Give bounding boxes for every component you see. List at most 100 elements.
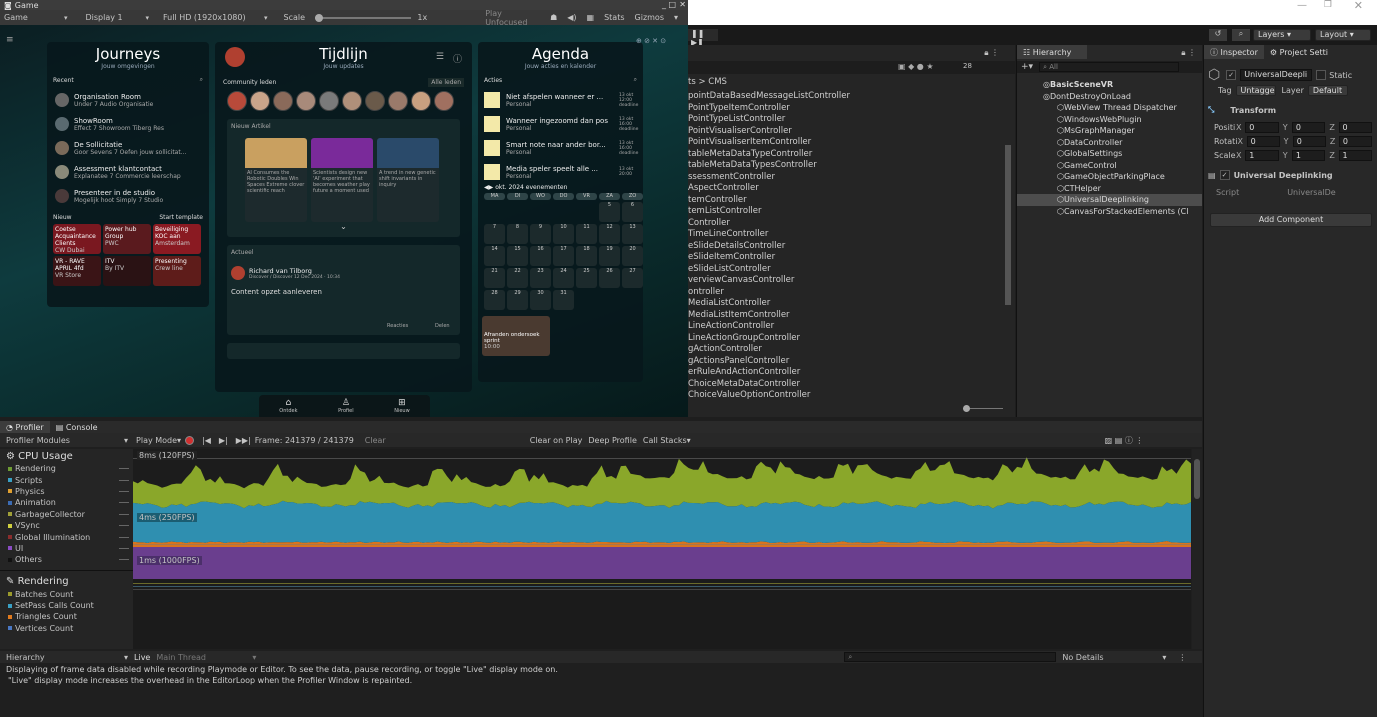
- calendar-day[interactable]: 22: [507, 268, 528, 288]
- search-icon[interactable]: ⌕: [634, 76, 637, 84]
- template-tile[interactable]: Power hub Group PWC: [103, 224, 151, 254]
- layer-dropdown[interactable]: Default: [1307, 85, 1348, 96]
- avatar[interactable]: [388, 91, 408, 111]
- cpu-legend-item[interactable]: Others: [0, 554, 133, 565]
- gizmos-dropdown[interactable]: Gizmos: [635, 13, 664, 22]
- avatar[interactable]: [296, 91, 316, 111]
- nav-nieuw[interactable]: ⊞ Nieuw: [394, 398, 409, 414]
- hierarchy-item[interactable]: ⬡ CTHelper: [1017, 183, 1202, 195]
- minimize-icon[interactable]: —: [1297, 0, 1307, 11]
- action-item[interactable]: Wanneer ingezoomd dan pos Personal 13 okt …: [484, 112, 638, 136]
- play-mode-dropdown[interactable]: Play Mode: [136, 436, 177, 445]
- close-icon[interactable]: ✕: [1354, 0, 1363, 12]
- project-item[interactable]: eSlideListController: [688, 264, 1008, 276]
- nav-ontdek[interactable]: ⌂ Ontdek: [279, 398, 297, 414]
- cpu-legend-item[interactable]: Global Illumination: [0, 531, 133, 542]
- project-item[interactable]: AspectController: [688, 183, 1008, 195]
- project-item[interactable]: MediaListController: [688, 298, 1008, 310]
- cpu-legend-item[interactable]: Animation: [0, 497, 133, 508]
- maximize-icon[interactable]: □: [668, 0, 676, 9]
- profiler-modules-dropdown[interactable]: Profiler Modules: [6, 436, 124, 445]
- thread-dropdown[interactable]: Main Thread: [156, 653, 252, 662]
- scrollbar[interactable]: [1192, 449, 1202, 649]
- hierarchy-item[interactable]: ⬡ GameObjectParkingPlace: [1017, 171, 1202, 183]
- transform-z-field[interactable]: 0: [1338, 135, 1373, 147]
- transform-y-field[interactable]: 1: [1291, 149, 1326, 161]
- calendar-day[interactable]: [576, 290, 597, 310]
- bug-icon[interactable]: ☗: [550, 13, 557, 22]
- hierarchy-item[interactable]: ◎ BasicSceneVR: [1017, 79, 1202, 91]
- call-stacks-toggle[interactable]: Call Stacks: [643, 436, 687, 445]
- hierarchy-item[interactable]: ⬡ GameControl: [1017, 160, 1202, 172]
- view-dropdown[interactable]: Game: [4, 13, 54, 22]
- next-frame-icon[interactable]: ▶|: [219, 436, 228, 445]
- project-item[interactable]: erRuleAndActionController: [688, 367, 1008, 379]
- project-item[interactable]: gActionController: [688, 344, 1008, 356]
- transform-label[interactable]: Transform: [1230, 106, 1276, 115]
- calendar-day[interactable]: 26: [599, 268, 620, 288]
- resolution-dropdown[interactable]: Full HD (1920x1080): [163, 13, 254, 22]
- project-item[interactable]: tableMetaDataTypeController: [688, 149, 1008, 161]
- project-item[interactable]: MediaListItemController: [688, 310, 1008, 322]
- template-tile[interactable]: Presenting Crew line: [153, 256, 201, 286]
- transform-y-field[interactable]: 0: [1292, 135, 1326, 147]
- chevron-down-icon[interactable]: ⌄: [231, 222, 456, 231]
- cpu-chart-svg[interactable]: [133, 449, 1191, 579]
- project-breadcrumb[interactable]: ts > CMS: [688, 77, 727, 87]
- calendar-day[interactable]: 19: [599, 246, 620, 266]
- news-card[interactable]: A trend in new genetic shift invariants …: [377, 138, 439, 222]
- calendar-day[interactable]: 15: [507, 246, 528, 266]
- calendar-day[interactable]: 14: [484, 246, 505, 266]
- search-icon[interactable]: ⌕: [1232, 29, 1250, 41]
- calendar-day[interactable]: 30: [530, 290, 551, 310]
- add-component-button[interactable]: Add Component: [1210, 213, 1372, 227]
- avatar[interactable]: [434, 91, 454, 111]
- clear-button[interactable]: Clear: [365, 436, 386, 445]
- cpu-legend-item[interactable]: UI: [0, 543, 133, 554]
- filter-dropdown[interactable]: Alle leden: [428, 78, 464, 87]
- avatar[interactable]: [411, 91, 431, 111]
- tab-project-settings[interactable]: ⚙ Project Setti: [1264, 45, 1334, 59]
- project-item[interactable]: PointTypeListController: [688, 114, 1008, 126]
- view-dropdown[interactable]: Hierarchy: [6, 653, 124, 662]
- project-item[interactable]: temListController: [688, 206, 1008, 218]
- avatar[interactable]: [319, 91, 339, 111]
- more-icon[interactable]: ⋮: [1178, 653, 1186, 662]
- calendar-day[interactable]: 10: [553, 224, 574, 244]
- profiler-toolbar-icons[interactable]: ▨ ▤ ⓘ ⋮: [1105, 435, 1144, 446]
- calendar-day[interactable]: 6: [622, 202, 643, 222]
- calendar-day[interactable]: 29: [507, 290, 528, 310]
- project-item[interactable]: ChoiceMetaDataController: [688, 379, 1008, 391]
- project-item[interactable]: pointDataBasedMessageListController: [688, 91, 1008, 103]
- close-icon[interactable]: ✕: [679, 0, 686, 9]
- calendar-day[interactable]: 24: [553, 268, 574, 288]
- stats-icon[interactable]: ▦: [587, 13, 595, 22]
- rendering-legend-item[interactable]: SetPass Calls Count: [0, 600, 133, 611]
- tag-dropdown[interactable]: Untagge: [1235, 85, 1276, 96]
- calendar-day[interactable]: 7: [484, 224, 505, 244]
- project-item[interactable]: tableMetaDataTypesController: [688, 160, 1008, 172]
- add-icon[interactable]: +▾: [1021, 62, 1033, 72]
- avatar[interactable]: [250, 91, 270, 111]
- cpu-legend-item[interactable]: Rendering: [0, 463, 133, 474]
- live-toggle[interactable]: Live: [134, 653, 150, 662]
- calendar-day[interactable]: 25: [576, 268, 597, 288]
- calendar-day[interactable]: [576, 202, 597, 222]
- calendar-day[interactable]: [530, 202, 551, 222]
- scale-slider-handle[interactable]: [315, 13, 324, 22]
- template-tile[interactable]: ITV By ITV: [103, 256, 151, 286]
- object-name-field[interactable]: UniversalDeepli: [1240, 69, 1313, 81]
- layers-dropdown[interactable]: Layers ▾: [1253, 29, 1311, 41]
- template-tile[interactable]: Beveiliging KOC aan Amsterdam: [153, 224, 201, 254]
- component-title[interactable]: Universal Deeplinking: [1234, 171, 1333, 180]
- hierarchy-item[interactable]: ⬡ DataController: [1017, 137, 1202, 149]
- hierarchy-item[interactable]: ⬡ GlobalSettings: [1017, 148, 1202, 160]
- calendar-day[interactable]: 18: [576, 246, 597, 266]
- project-item[interactable]: temController: [688, 195, 1008, 207]
- hierarchy-item[interactable]: ⬡ UniversalDeeplinking: [1017, 194, 1202, 206]
- calendar-day[interactable]: [622, 290, 643, 310]
- next-month-icon[interactable]: ▶: [489, 184, 494, 191]
- hierarchy-item[interactable]: ⬡ MsGraphManager: [1017, 125, 1202, 137]
- journey-item[interactable]: Assessment klantcontact Explanatee 7 Comm…: [55, 160, 203, 184]
- cpu-legend-item[interactable]: GarbageCollector: [0, 509, 133, 520]
